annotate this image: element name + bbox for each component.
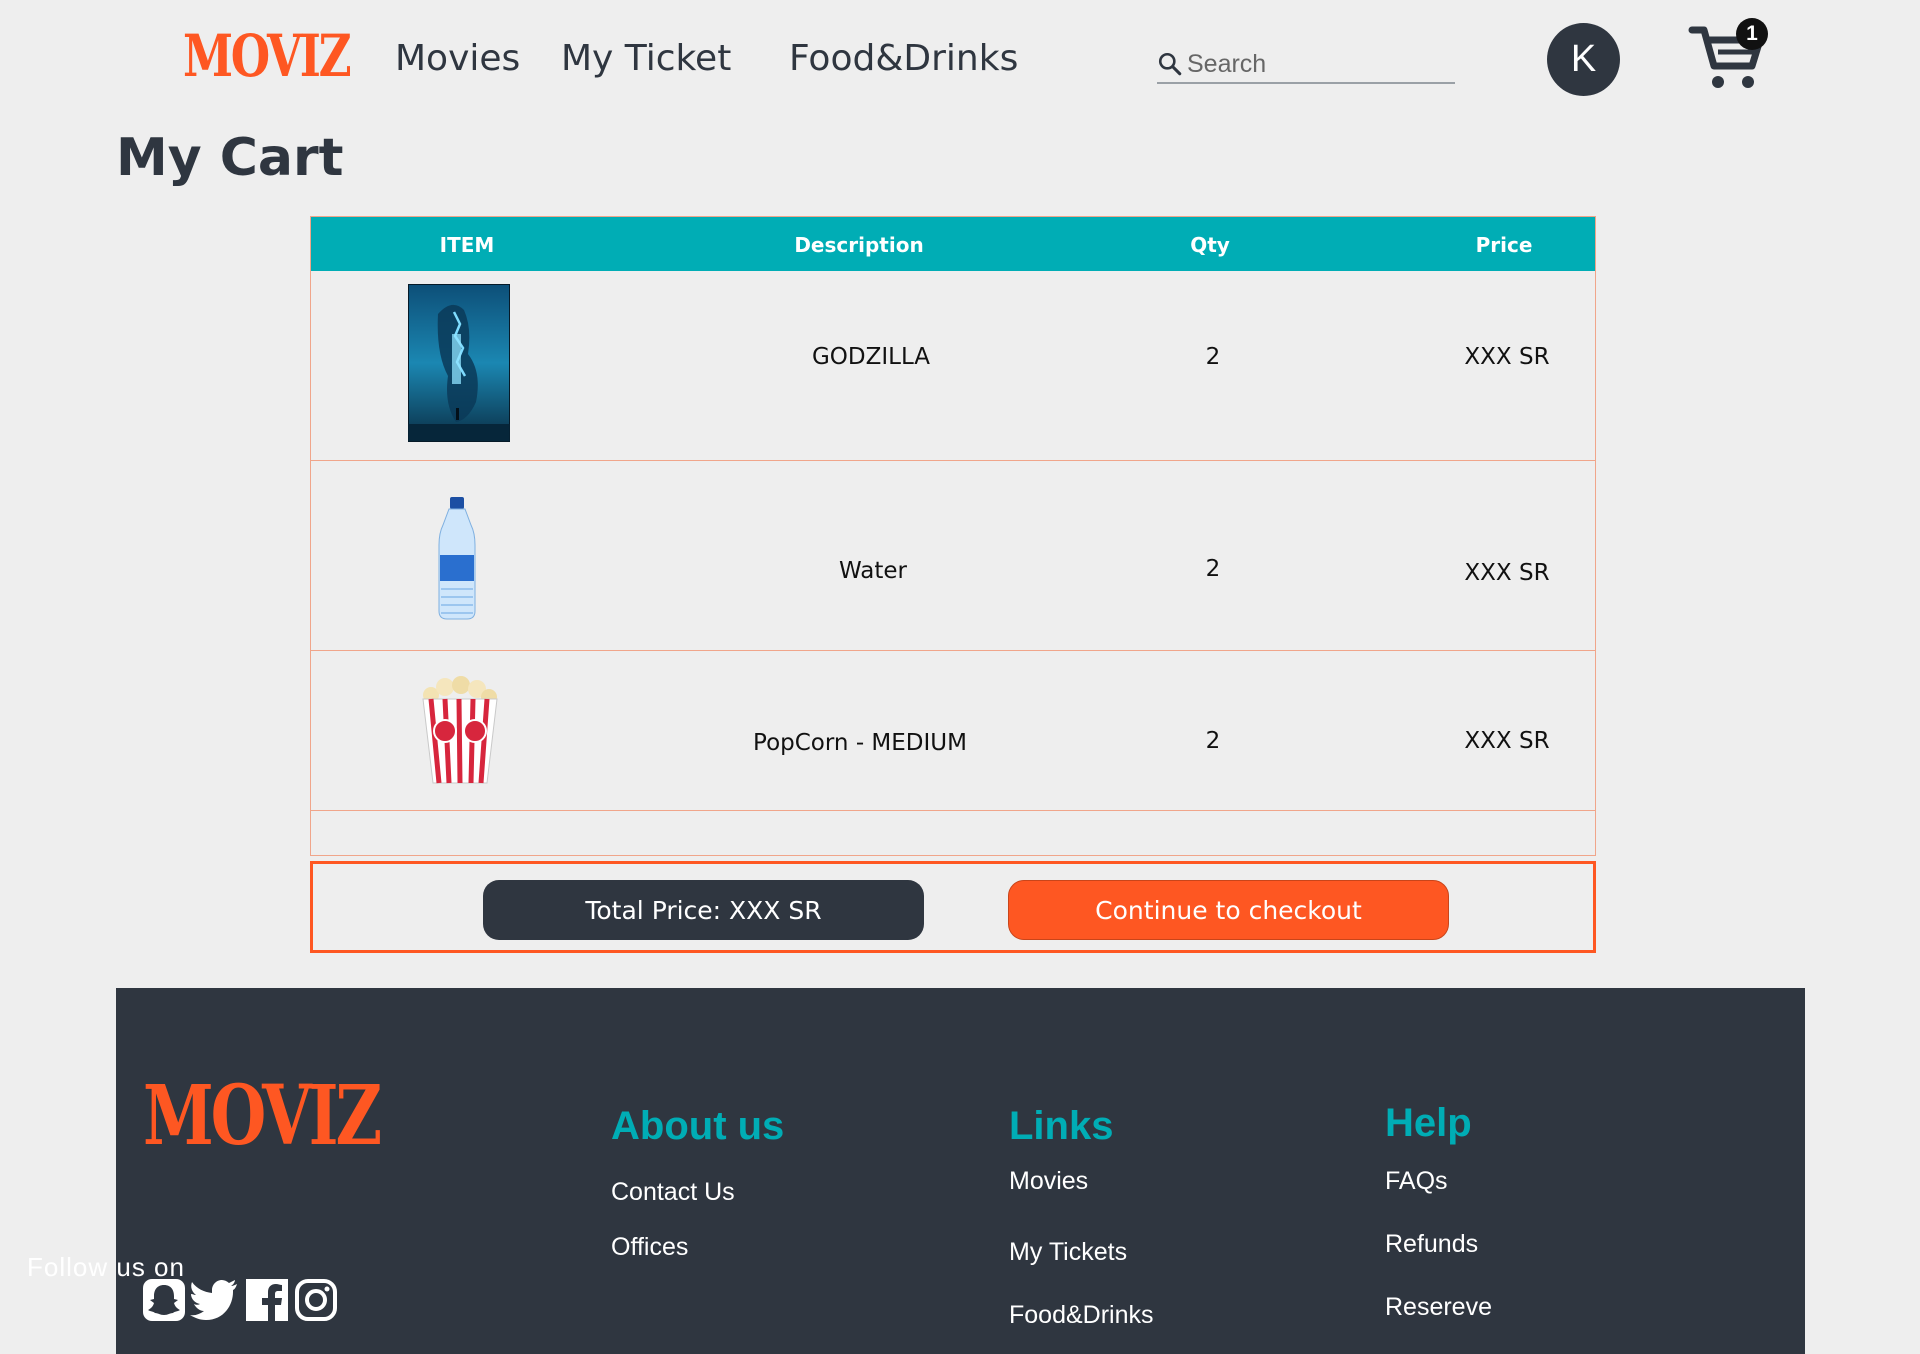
- nav-movies[interactable]: Movies: [395, 38, 520, 79]
- item-price: XXX SR: [1464, 560, 1550, 586]
- cart-count-badge: 1: [1736, 18, 1768, 50]
- footer-link-refunds[interactable]: Refunds: [1385, 1230, 1478, 1259]
- column-qty: Qty: [1190, 233, 1230, 257]
- footer-heading-help: Help: [1385, 1101, 1472, 1145]
- avatar[interactable]: K: [1547, 23, 1620, 96]
- footer-logo[interactable]: MOVIZ: [143, 1068, 382, 1164]
- water-bottle-image: [438, 497, 476, 620]
- nav-food-drinks[interactable]: Food&Drinks: [789, 38, 1018, 79]
- footer-link-contact-us[interactable]: Contact Us: [611, 1178, 735, 1207]
- footer: MOVIZ About us Contact Us Offices Links …: [116, 988, 1805, 1354]
- continue-checkout-button[interactable]: Continue to checkout: [1008, 880, 1449, 940]
- table-row: Water 2 XXX SR: [311, 461, 1595, 651]
- column-item: ITEM: [439, 233, 495, 257]
- column-description: Description: [794, 233, 924, 257]
- nav-my-ticket[interactable]: My Ticket: [561, 38, 731, 79]
- footer-heading-links: Links: [1009, 1104, 1114, 1148]
- totals-box: Total Price: XXX SR Continue to checkout: [310, 861, 1596, 953]
- snapchat-icon[interactable]: [142, 1278, 186, 1322]
- moviz-logo[interactable]: MOVIZ: [183, 22, 352, 90]
- footer-link-reserve[interactable]: Resereve: [1385, 1293, 1492, 1322]
- table-header: ITEM Description Qty Price: [311, 217, 1595, 271]
- item-description: Water: [839, 558, 907, 584]
- table-row: GODZILLA 2 XXX SR: [311, 271, 1595, 461]
- footer-link-food-drinks[interactable]: Food&Drinks: [1009, 1301, 1154, 1330]
- item-price: XXX SR: [1464, 344, 1550, 370]
- table-row: PopCorn - MEDIUM 2 XXX SR: [311, 651, 1595, 811]
- page-title: My Cart: [116, 128, 344, 188]
- popcorn-box-image: [422, 676, 498, 784]
- item-qty: 2: [1205, 556, 1221, 582]
- search-bar: [1157, 46, 1455, 84]
- footer-link-faqs[interactable]: FAQs: [1385, 1167, 1448, 1196]
- column-price: Price: [1475, 233, 1533, 257]
- item-qty: 2: [1205, 344, 1221, 370]
- footer-heading-about: About us: [611, 1104, 785, 1148]
- cart-table: ITEM Description Qty Price GODZILLA 2 XX…: [310, 216, 1596, 856]
- search-input[interactable]: [1185, 48, 1439, 80]
- godzilla-poster-image: [408, 284, 510, 442]
- footer-link-offices[interactable]: Offices: [611, 1233, 688, 1262]
- facebook-icon[interactable]: [245, 1278, 289, 1322]
- total-price-button[interactable]: Total Price: XXX SR: [483, 880, 924, 940]
- footer-link-my-tickets[interactable]: My Tickets: [1009, 1238, 1127, 1267]
- twitter-icon[interactable]: [189, 1278, 239, 1322]
- footer-link-movies[interactable]: Movies: [1009, 1167, 1088, 1196]
- search-icon[interactable]: [1157, 51, 1183, 77]
- item-qty: 2: [1205, 728, 1221, 754]
- item-description: PopCorn - MEDIUM: [753, 730, 967, 756]
- item-price: XXX SR: [1464, 728, 1550, 754]
- item-description: GODZILLA: [811, 344, 931, 370]
- instagram-icon[interactable]: [294, 1278, 338, 1322]
